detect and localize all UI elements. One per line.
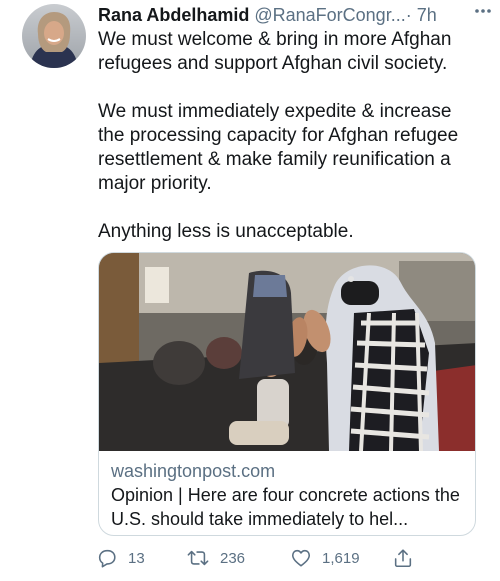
avatar-image bbox=[22, 4, 86, 68]
retweet-count: 236 bbox=[220, 549, 246, 567]
tweet-actions: 13 236 1,619 bbox=[96, 544, 496, 572]
tweet-text: We must welcome & bring in more Afghan r… bbox=[98, 28, 478, 244]
retweet-icon bbox=[186, 547, 210, 569]
display-name[interactable]: Rana Abdelhamid bbox=[98, 5, 249, 25]
tweet-paragraph: We must immediately expedite & increase … bbox=[98, 101, 459, 194]
share-icon bbox=[392, 547, 414, 569]
card-image bbox=[99, 253, 475, 451]
reply-count: 13 bbox=[128, 549, 145, 567]
tweet-paragraph: We must welcome & bring in more Afghan r… bbox=[98, 29, 452, 74]
retweet-button[interactable]: 236 bbox=[186, 544, 245, 572]
card-meta: washingtonpost.com Opinion | Here are fo… bbox=[111, 459, 465, 531]
card-domain: washingtonpost.com bbox=[111, 461, 276, 481]
like-count: 1,619 bbox=[322, 549, 360, 567]
avatar[interactable] bbox=[22, 4, 86, 68]
reply-button[interactable]: 13 bbox=[96, 544, 145, 572]
more-horizontal-icon[interactable] bbox=[472, 0, 494, 22]
reply-icon bbox=[96, 547, 118, 569]
link-card[interactable]: washingtonpost.com Opinion | Here are fo… bbox=[98, 252, 476, 536]
timestamp[interactable]: · 7h bbox=[406, 5, 437, 25]
tweet[interactable]: Rana Abdelhamid @RanaForCongr...· 7h We m… bbox=[0, 0, 500, 581]
card-title: Opinion | Here are four concrete actions… bbox=[111, 485, 460, 529]
user-handle[interactable]: @RanaForCongr... bbox=[254, 5, 405, 25]
share-button[interactable] bbox=[392, 544, 414, 572]
tweet-header: Rana Abdelhamid @RanaForCongr...· 7h bbox=[98, 2, 488, 28]
heart-icon bbox=[290, 547, 312, 569]
tweet-paragraph: Anything less is unacceptable. bbox=[98, 221, 354, 242]
like-button[interactable]: 1,619 bbox=[290, 544, 360, 572]
